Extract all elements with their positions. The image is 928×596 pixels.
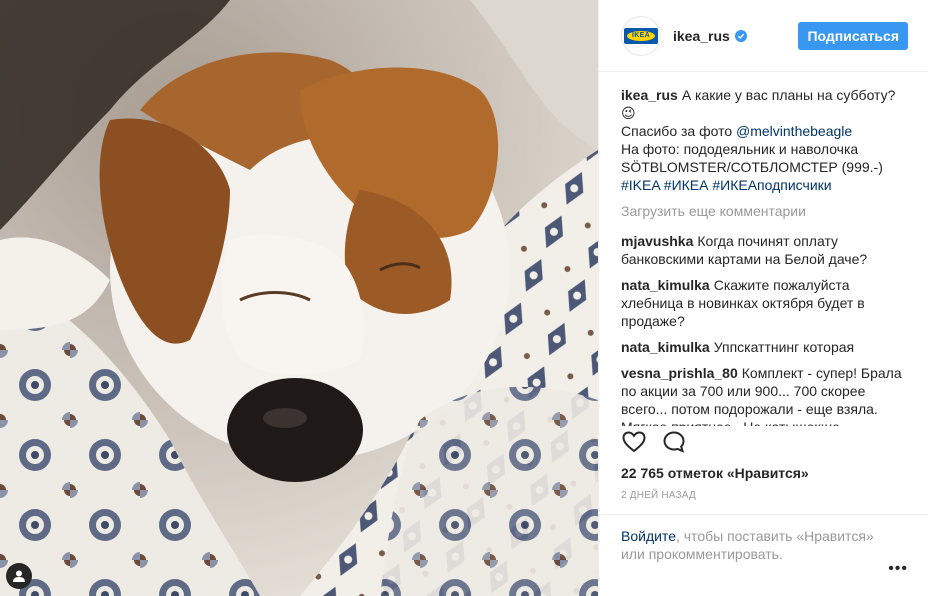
person-tag-icon <box>13 570 25 582</box>
post-header: IKEA ikea_rus Подписаться <box>599 0 928 72</box>
tagged-people-button[interactable] <box>6 563 32 589</box>
comment-text: Уппскаттнинг которая <box>713 339 855 355</box>
comment-username[interactable]: vesna_prishla_80 <box>621 365 738 381</box>
verified-badge-icon <box>734 29 747 42</box>
caption-thanks: Спасибо за фото <box>621 123 733 139</box>
post-photo[interactable] <box>0 0 598 596</box>
caption-line3: На фото: пододеяльник и наволочка SÖTBLO… <box>621 141 883 175</box>
ikea-logo: IKEA <box>624 27 658 44</box>
caption-username[interactable]: ikea_rus <box>621 87 678 103</box>
hashtags-link[interactable]: #IKEA #ИКЕА #ИКЕАподписчики <box>621 177 832 193</box>
load-more-comments-button[interactable]: Загрузить еще комментарии <box>621 202 908 220</box>
speech-bubble-icon <box>663 431 685 453</box>
post-timestamp: 2 ДНЕЙ НАЗАД <box>621 490 696 501</box>
instagram-post: IKEA ikea_rus Подписаться ikea_rus А каки… <box>0 0 928 596</box>
mention-link[interactable]: @melvinthebeagle <box>736 123 852 139</box>
post-sidebar: IKEA ikea_rus Подписаться ikea_rus А каки… <box>598 0 928 596</box>
follow-button[interactable]: Подписаться <box>798 21 908 50</box>
heart-icon <box>622 431 646 453</box>
ikea-logo-text: IKEA <box>627 30 655 41</box>
comment-username[interactable]: nata_kimulka <box>621 339 710 355</box>
login-link[interactable]: Войдите <box>621 528 676 544</box>
comment-item: nata_kimulka Скажите пожалуйста хлебница … <box>621 276 908 330</box>
comment-item: mjavushka Когда починят оплату банковским… <box>621 232 908 268</box>
likes-count[interactable]: 22 765 отметок «Нравится» <box>621 465 809 481</box>
comment-username[interactable]: nata_kimulka <box>621 277 710 293</box>
caption: ikea_rus А какие у вас планы на субботу? … <box>621 86 908 194</box>
avatar[interactable]: IKEA <box>621 15 661 56</box>
comments-section: ikea_rus А какие у вас планы на субботу? … <box>599 72 928 426</box>
comment-item: nata_kimulka Уппскаттнинг которая <box>621 338 908 356</box>
action-bar <box>621 429 687 455</box>
comment-username[interactable]: mjavushka <box>621 233 693 249</box>
like-button[interactable] <box>621 429 647 455</box>
comment-button[interactable] <box>661 429 687 455</box>
beagle-under-blanket-image <box>0 0 598 596</box>
header-username[interactable]: ikea_rus <box>673 28 730 44</box>
login-prompt: Войдите, чтобы поставить «Нравится» или … <box>599 514 928 563</box>
more-options-button[interactable]: ••• <box>888 560 908 578</box>
comment-item: vesna_prishla_80 Комплект - супер! Брала … <box>621 364 908 426</box>
